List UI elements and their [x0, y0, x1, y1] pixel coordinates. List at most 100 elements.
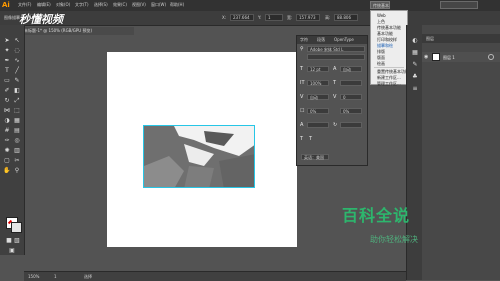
aki-input[interactable]: 0% [340, 108, 362, 114]
curvature-tool-icon[interactable]: ∿ [13, 57, 21, 64]
zoom-level[interactable]: 150% [28, 274, 39, 279]
swatches-panel-icon[interactable]: ▦ [411, 49, 419, 56]
menu-window[interactable]: 窗口(W) [151, 2, 166, 8]
language-select[interactable]: 英语：美国 [301, 154, 329, 160]
gradient-tool-icon[interactable]: ▤ [13, 127, 21, 134]
mesh-tool-icon[interactable]: # [3, 127, 11, 134]
lasso-tool-icon[interactable]: ◌ [13, 47, 21, 54]
direct-selection-tool-icon[interactable]: ↖ [13, 37, 21, 44]
x-input[interactable]: 237.664 [230, 14, 254, 21]
tsume-icon: ☐ [300, 108, 305, 114]
layer-thumbnail [432, 53, 440, 61]
dropdown-divider [374, 67, 404, 68]
traced-image[interactable] [143, 125, 255, 188]
menu-effect[interactable]: 效果(C) [113, 2, 127, 8]
document-tab[interactable]: 未标题-1* @ 150% (RGB/GPU 预览) [20, 27, 134, 35]
blend-tool-icon[interactable]: ◎ [13, 137, 21, 144]
dropdown-item-manage-workspaces[interactable]: 管理工作区... [377, 81, 401, 87]
character-rotation-input[interactable] [340, 122, 362, 128]
eye-icon[interactable]: ◉ [424, 54, 430, 60]
strikethrough-icon[interactable]: T [309, 136, 315, 142]
color-mode-icon[interactable]: ■ [5, 237, 13, 244]
font-size-value: 12 pt [310, 67, 321, 72]
selection-tool-icon[interactable]: ➤ [3, 37, 11, 44]
perspective-grid-tool-icon[interactable]: ▦ [13, 117, 21, 124]
rotate-tool-icon[interactable]: ↻ [3, 97, 11, 104]
layer-row[interactable]: ◉ 图层 1 [422, 52, 500, 62]
brushes-panel-icon[interactable]: ✎ [411, 61, 419, 68]
eyedropper-tool-icon[interactable]: ✑ [3, 137, 11, 144]
horizontal-scale-input[interactable] [340, 80, 362, 86]
menu-view[interactable]: 视图(V) [132, 2, 146, 8]
rectangle-tool-icon[interactable]: ▭ [3, 77, 11, 84]
menu-select[interactable]: 选择(S) [94, 2, 108, 8]
search-font-icon: ⚲ [300, 46, 304, 52]
tool-status[interactable]: 选择 [84, 274, 92, 280]
font-family-select[interactable]: Adobe 宋体 Std L [307, 46, 365, 52]
vertical-scale-input[interactable]: 100% [307, 80, 329, 86]
dropdown-item-web[interactable]: Web [377, 13, 386, 18]
stroke-panel-icon[interactable]: ≡ [411, 85, 419, 92]
watermark-baike-title: 百科全说 [342, 206, 411, 225]
height-label: 高: [325, 15, 331, 20]
paintbrush-tool-icon[interactable]: ✎ [13, 77, 21, 84]
y-input[interactable]: 1 [265, 14, 283, 21]
free-transform-tool-icon[interactable]: ⬚ [13, 107, 21, 114]
kerning-input[interactable]: 自动 [307, 94, 329, 100]
magic-wand-tool-icon[interactable]: ✦ [3, 47, 11, 54]
artboard-number[interactable]: 1 [54, 274, 57, 279]
gradient-mode-icon[interactable]: ▧ [13, 237, 21, 244]
leading-value: 100% [310, 81, 322, 86]
stroke-color-swatch[interactable] [11, 222, 22, 233]
leading-auto-value: 自动 [343, 67, 351, 72]
character-panel: 字符 段落 OpenType ⚲ Adobe 宋体 Std L T 12 pt … [296, 35, 368, 166]
column-graph-tool-icon[interactable]: ▥ [13, 147, 21, 154]
symbol-sprayer-tool-icon[interactable]: ✺ [3, 147, 11, 154]
tab-character[interactable]: 字符 [300, 37, 308, 43]
kerning-value: 自动 [310, 95, 318, 100]
symbols-panel-icon[interactable]: ♣ [411, 73, 419, 80]
pen-tool-icon[interactable]: ✒ [3, 57, 11, 64]
zoom-tool-icon[interactable]: ⚲ [13, 167, 21, 174]
menu-help[interactable]: 帮助(H) [170, 2, 184, 8]
search-input[interactable] [440, 1, 478, 9]
font-style-select[interactable] [307, 54, 365, 60]
width-tool-icon[interactable]: ⋈ [3, 107, 11, 114]
underline-icon[interactable]: T [300, 136, 306, 142]
artboard-tool-icon[interactable]: ▢ [3, 157, 11, 164]
slice-tool-icon[interactable]: ✂ [13, 157, 21, 164]
watermark-baike: 百科全说 助你轻松解决 [338, 200, 418, 256]
width-label: 宽: [287, 15, 293, 20]
shape-builder-tool-icon[interactable]: ◑ [3, 117, 11, 124]
hand-tool-icon[interactable]: ✋ [3, 167, 11, 174]
menu-object[interactable]: 对象(O) [56, 2, 70, 8]
menu-type[interactable]: 文字(T) [75, 2, 89, 8]
tracking-value: 0 [343, 95, 346, 100]
width-input[interactable]: 157.973 [296, 14, 320, 21]
height-input[interactable]: 88.806 [334, 14, 358, 21]
tab-opentype[interactable]: OpenType [334, 37, 354, 42]
tsume-input[interactable]: 0% [307, 108, 329, 114]
eraser-tool-icon[interactable]: ◧ [13, 87, 21, 94]
scale-h-value: 0% [310, 109, 317, 114]
tab-layers[interactable]: 图层 [426, 36, 434, 42]
layer-target-icon[interactable] [488, 54, 494, 60]
workspace-switcher-button[interactable]: 传统基本功能 [370, 1, 390, 16]
screen-mode-icon[interactable]: ▣ [8, 247, 16, 254]
type-tool-icon[interactable]: T [3, 67, 11, 74]
line-tool-icon[interactable]: ╱ [13, 67, 21, 74]
rotation-icon: ↻ [333, 122, 338, 128]
tab-paragraph[interactable]: 段落 [317, 37, 325, 43]
layer-name[interactable]: 图层 1 [443, 55, 455, 61]
menu-file[interactable]: 文件(F) [18, 2, 31, 8]
leading-input[interactable]: 自动 [340, 66, 362, 72]
baseline-shift-input[interactable] [307, 122, 329, 128]
scale-tool-icon[interactable]: ⤢ [13, 97, 21, 104]
menu-edit[interactable]: 编辑(E) [37, 2, 51, 8]
menu-bar: Ai 文件(F) 编辑(E) 对象(O) 文字(T) 选择(S) 效果(C) 视… [0, 0, 500, 16]
font-size-input[interactable]: 12 pt [307, 66, 329, 72]
baseline-shift-icon: A [300, 122, 304, 128]
shaper-tool-icon[interactable]: ✐ [3, 87, 11, 94]
tracking-input[interactable]: 0 [340, 94, 362, 100]
color-panel-icon[interactable]: ◐ [411, 37, 419, 44]
